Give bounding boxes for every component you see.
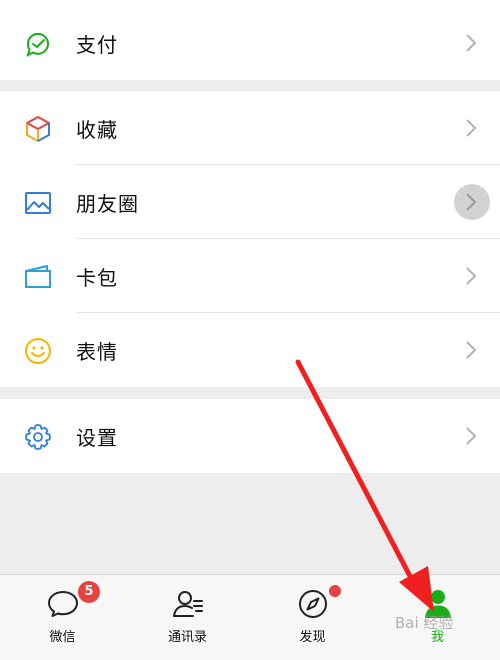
gear-icon xyxy=(25,424,51,450)
watermark: Bai 经验 xyxy=(395,614,454,632)
tab-contacts[interactable]: 通讯录 xyxy=(125,575,250,660)
chevron-right-icon xyxy=(466,119,477,137)
chevron-right-icon xyxy=(466,34,477,52)
menu-group-content: 收藏 朋友圈 卡包 表情 xyxy=(0,91,500,387)
menu-item-favorites-label: 收藏 xyxy=(76,117,118,142)
menu-item-pay[interactable]: 支付 xyxy=(0,6,500,80)
contacts-person-icon xyxy=(172,591,203,617)
menu-item-moments[interactable]: 朋友圈 xyxy=(0,165,500,239)
moments-image-icon xyxy=(25,192,51,214)
menu-item-cards[interactable]: 卡包 xyxy=(0,239,500,313)
chevron-right-icon xyxy=(466,427,477,445)
menu-item-pay-label: 支付 xyxy=(76,32,118,57)
chat-bubble-icon xyxy=(47,591,78,617)
menu-group-settings: 设置 xyxy=(0,399,500,473)
chevron-right-icon xyxy=(466,341,477,359)
new-content-dot xyxy=(329,585,341,597)
menu-group-pay: 支付 xyxy=(0,6,500,80)
smiley-face-icon xyxy=(25,338,51,364)
chevron-right-icon xyxy=(466,193,477,211)
tab-discover-label: 发现 xyxy=(299,630,326,645)
unread-badge: 5 xyxy=(78,581,100,603)
tab-contacts-label: 通讯录 xyxy=(167,630,207,645)
tab-chats[interactable]: 5 微信 xyxy=(0,575,125,660)
pay-icon xyxy=(26,32,49,57)
menu-item-favorites[interactable]: 收藏 xyxy=(0,91,500,165)
menu-item-settings-label: 设置 xyxy=(76,425,118,450)
tab-discover[interactable]: 发现 xyxy=(250,575,375,660)
menu-item-settings[interactable]: 设置 xyxy=(0,399,500,473)
chevron-right-icon xyxy=(466,267,477,285)
menu-item-cards-label: 卡包 xyxy=(76,265,118,290)
menu-item-stickers[interactable]: 表情 xyxy=(0,313,500,387)
favorites-cube-icon xyxy=(26,116,50,142)
menu-item-moments-label: 朋友圈 xyxy=(76,191,139,216)
tab-chats-label: 微信 xyxy=(49,630,76,645)
card-wallet-icon xyxy=(25,265,51,288)
menu-item-stickers-label: 表情 xyxy=(76,339,118,364)
compass-icon xyxy=(298,590,327,618)
